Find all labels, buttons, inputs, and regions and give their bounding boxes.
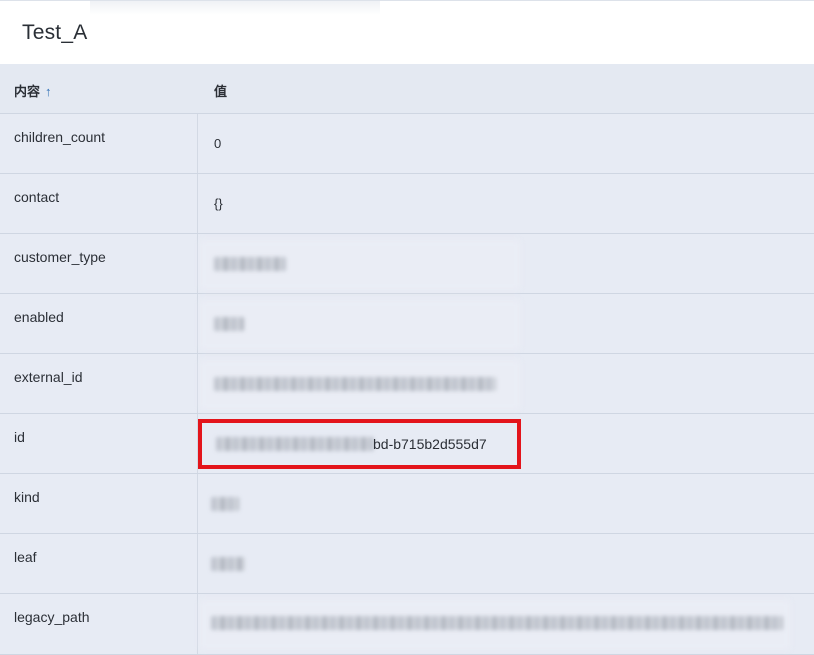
redacted-value (214, 257, 286, 271)
row-key: kind (14, 489, 40, 505)
blurred-region (90, 1, 380, 15)
title-bar: Test_A (0, 0, 814, 64)
column-header-key[interactable]: 内容 ↑ (14, 81, 52, 100)
row-key: children_count (14, 129, 106, 145)
table-row[interactable]: legacy_path (0, 594, 814, 655)
table-row[interactable]: kind (0, 474, 814, 534)
row-key: contact (14, 189, 60, 205)
row-value: {} (214, 196, 223, 211)
page: Test_A 内容 ↑ 值 children_count 0 contact {}… (0, 0, 814, 655)
row-key: leaf (14, 549, 37, 565)
column-header-key-label: 内容 (14, 84, 41, 99)
redacted-value (214, 317, 244, 331)
table-row[interactable]: enabled (0, 294, 814, 354)
redacted-panel (200, 300, 520, 350)
redacted-value (214, 377, 496, 391)
redacted-value (211, 557, 245, 571)
table-row[interactable]: children_count 0 (0, 114, 814, 174)
row-key: legacy_path (14, 609, 90, 625)
table-row[interactable]: contact {} (0, 174, 814, 234)
arrow-up-icon[interactable]: ↑ (45, 84, 52, 99)
row-key: customer_type (14, 249, 106, 265)
row-key: external_id (14, 369, 83, 385)
redacted-value (211, 616, 783, 630)
table-row[interactable]: customer_type (0, 234, 814, 294)
table-header: 内容 ↑ 值 (0, 64, 814, 114)
row-key: enabled (14, 309, 64, 325)
table-row[interactable]: external_id (0, 354, 814, 414)
table-row[interactable]: leaf (0, 534, 814, 594)
page-title: Test_A (22, 21, 88, 44)
row-value: 0 (214, 136, 222, 151)
column-header-value[interactable]: 值 (214, 81, 227, 100)
highlight-box (198, 419, 521, 469)
redacted-value (211, 497, 239, 511)
row-key: id (14, 429, 25, 445)
property-table: 内容 ↑ 值 children_count 0 contact {} custom… (0, 64, 814, 655)
